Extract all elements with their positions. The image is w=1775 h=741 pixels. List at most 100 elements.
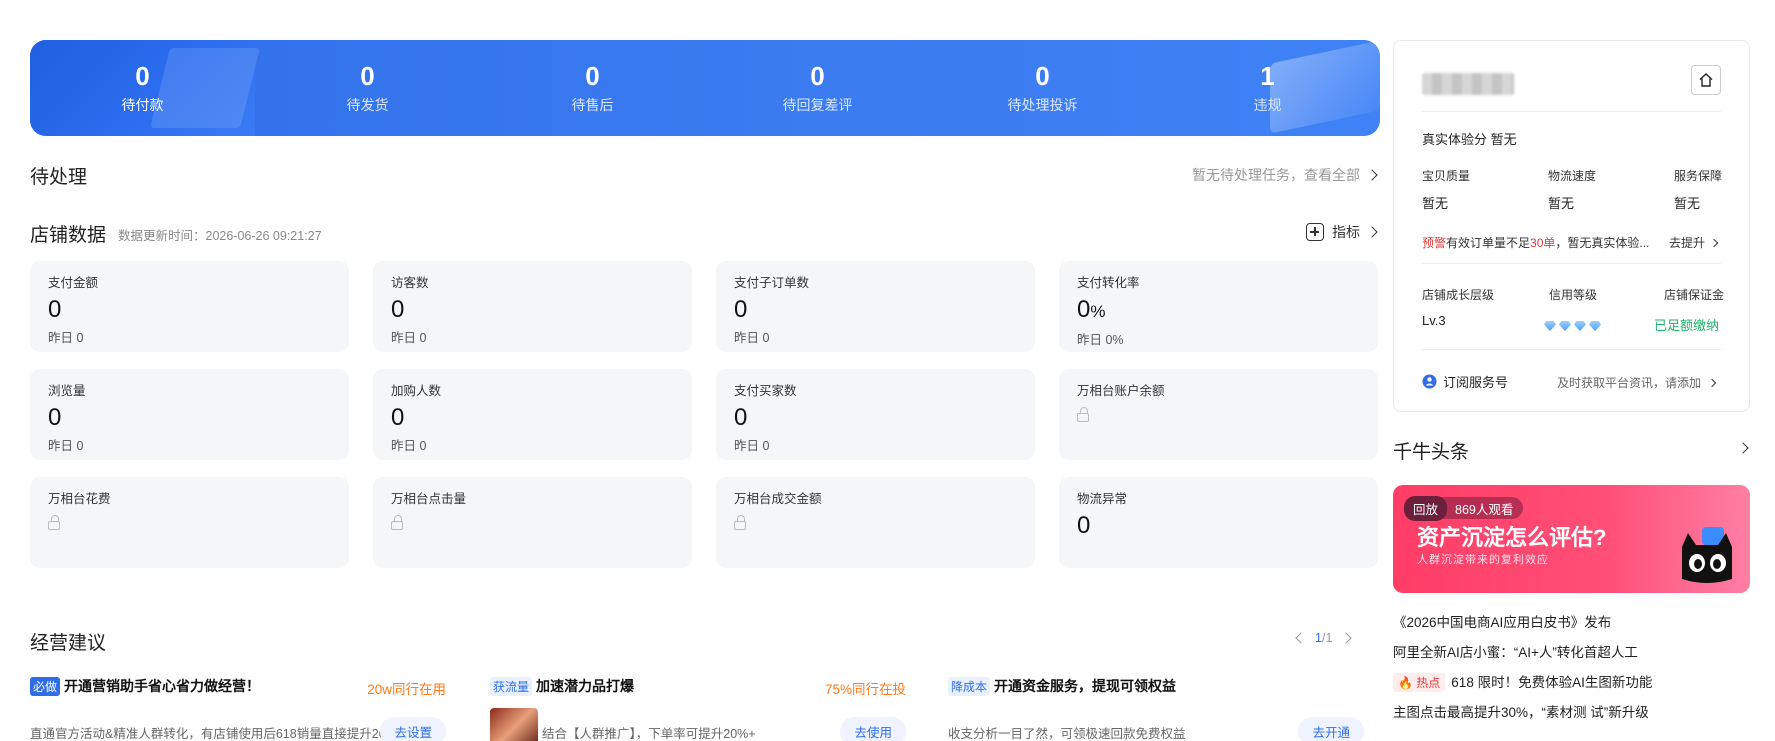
status-violation[interactable]: 1 违规 bbox=[1155, 40, 1380, 136]
chevron-right-icon[interactable] bbox=[1737, 442, 1749, 454]
diamond-icon bbox=[1559, 321, 1571, 331]
suggestion-desc: 结合【人群推广】，下单率可提升20%+ bbox=[542, 727, 756, 741]
subscribe-link[interactable]: 及时获取平台资讯，请添加 bbox=[1557, 374, 1717, 391]
news-item[interactable]: 主图点击最高提升30%，“素材测 试”新升级 bbox=[1393, 701, 1649, 721]
status-pending-payment[interactable]: 0 待付款 bbox=[30, 40, 255, 136]
headline-banner[interactable]: 回放 869人观看 资产沉淀怎么评估? 人群沉淀带来的复利效应 bbox=[1393, 485, 1750, 593]
pager-text: 1/1 bbox=[1315, 631, 1332, 645]
metric-title: 支付金额 bbox=[48, 276, 99, 290]
metric-title: 浏览量 bbox=[48, 384, 86, 398]
subscribe-row[interactable]: 订阅服务号 bbox=[1422, 372, 1508, 391]
metric-title: 访客数 bbox=[391, 276, 429, 290]
status-label: 违规 bbox=[1253, 97, 1282, 113]
metric-card[interactable]: 加购人数 0 昨日 0 bbox=[373, 369, 692, 460]
suggestion-button[interactable]: 去开通 bbox=[1298, 717, 1364, 741]
metric-card[interactable]: 万相台成交金额 bbox=[716, 477, 1035, 568]
suggestion-item[interactable]: 降成本 开通资金服务，提现可领权益 收支分析一目了然，可领极速回款免费权益 去开通 bbox=[948, 676, 1364, 741]
replay-badge: 回放 869人观看 bbox=[1404, 495, 1524, 521]
diamond-icon bbox=[1544, 321, 1556, 331]
experience-value: 暂无 bbox=[1490, 132, 1517, 147]
suggestion-tag: 获流量 bbox=[490, 676, 533, 696]
score-label: 物流速度 bbox=[1548, 169, 1597, 183]
metric-card[interactable]: 物流异常 0 bbox=[1059, 477, 1378, 568]
metric-card[interactable]: 万相台点击量 bbox=[373, 477, 692, 568]
subscribe-label: 订阅服务号 bbox=[1443, 375, 1509, 390]
deposit-status: 已足额缴纳 bbox=[1654, 318, 1720, 333]
status-count: 0 bbox=[585, 61, 600, 91]
improve-label: 去提升 bbox=[1669, 236, 1706, 250]
suggestion-button[interactable]: 去设置 bbox=[380, 717, 446, 741]
warning-text-2: ，暂无真实体验... bbox=[1555, 236, 1650, 250]
score-label: 宝贝质量 bbox=[1422, 169, 1471, 183]
suggestion-button[interactable]: 去使用 bbox=[840, 717, 906, 741]
lock-icon bbox=[391, 515, 403, 530]
diamond-icon bbox=[1589, 321, 1601, 331]
news-item[interactable]: 🔥 热点 618 限时！免费体验AI生图新功能 bbox=[1393, 671, 1652, 692]
divider bbox=[1422, 263, 1721, 264]
news-item[interactable]: 阿里全新AI店小蜜：“AI+人”转化首超人工 bbox=[1393, 641, 1638, 661]
status-pending-reply[interactable]: 0 待回复差评 bbox=[705, 40, 930, 136]
chevron-right-icon[interactable] bbox=[1340, 632, 1353, 644]
metric-card[interactable]: 支付金额 0 昨日 0 bbox=[30, 261, 349, 352]
suggestion-thumbnail bbox=[490, 708, 538, 741]
status-label: 待处理投诉 bbox=[1007, 97, 1078, 113]
metric-value: 0 bbox=[734, 296, 748, 323]
pending-title: 待处理 bbox=[30, 167, 88, 188]
status-label: 待售后 bbox=[571, 97, 614, 113]
metric-title: 万相台花费 bbox=[48, 492, 111, 506]
experience-label: 真实体验分 bbox=[1422, 132, 1488, 147]
shop-info-panel: 真实体验分 暂无 宝贝质量 暂无 物流速度 暂无 服务保障 暂无 预警有效订单量… bbox=[1393, 40, 1750, 412]
metric-title: 加购人数 bbox=[391, 384, 442, 398]
status-label: 待回复差评 bbox=[782, 97, 853, 113]
tmall-cat-mascot-icon bbox=[1682, 527, 1732, 583]
metric-unit: % bbox=[1090, 302, 1106, 321]
suggestion-title: 加速潜力品打爆 bbox=[536, 678, 635, 694]
shop-name-blurred bbox=[1422, 73, 1514, 95]
metric-title: 万相台点击量 bbox=[391, 492, 467, 506]
suggestion-item[interactable]: 获流量 加速潜力品打爆 75%同行在投 结合【人群推广】，下单率可提升20%+ 去… bbox=[490, 676, 906, 741]
metric-yesterday: 昨日 0% bbox=[1077, 333, 1124, 347]
pending-view-all[interactable]: 暂无待处理任务，查看全部 bbox=[1192, 165, 1378, 185]
score-value: 暂无 bbox=[1422, 196, 1449, 211]
metric-value: 0 bbox=[391, 296, 405, 323]
suggestions-pager: 1/1 bbox=[1295, 631, 1353, 645]
chevron-left-icon[interactable] bbox=[1295, 632, 1307, 644]
metric-title: 物流异常 bbox=[1077, 492, 1128, 506]
status-pending-aftersale[interactable]: 0 待售后 bbox=[480, 40, 705, 136]
store-data-title: 店铺数据 bbox=[30, 225, 107, 246]
metric-yesterday: 昨日 0 bbox=[734, 331, 770, 345]
suggestion-item[interactable]: 必做 开通营销助手省心省力做经营！ 20w同行在用 直通官方活动&精准人群转化，有… bbox=[30, 676, 446, 741]
suggestion-desc: 直通官方活动&精准人群转化，有店铺使用后618销量直接提升26% bbox=[30, 727, 397, 741]
metric-yesterday: 昨日 0 bbox=[48, 331, 84, 345]
metric-card[interactable]: 支付子订单数 0 昨日 0 bbox=[716, 261, 1035, 352]
metric-card[interactable]: 支付买家数 0 昨日 0 bbox=[716, 369, 1035, 460]
divider bbox=[1422, 111, 1721, 112]
status-count: 0 bbox=[1035, 61, 1050, 91]
metric-value: 0 bbox=[391, 404, 405, 431]
home-icon bbox=[1699, 73, 1713, 87]
plus-square-icon bbox=[1306, 223, 1324, 241]
suggestion-tag: 降成本 bbox=[948, 676, 991, 696]
chevron-right-icon bbox=[1709, 238, 1719, 247]
status-label: 待付款 bbox=[121, 97, 164, 113]
metric-value-wrap: 0% bbox=[1077, 297, 1360, 325]
lock-icon bbox=[48, 515, 60, 530]
metric-card[interactable]: 访客数 0 昨日 0 bbox=[373, 261, 692, 352]
metric-card[interactable]: 支付转化率 0% 昨日 0% bbox=[1059, 261, 1378, 352]
metric-title: 万相台成交金额 bbox=[734, 492, 822, 506]
improve-link[interactable]: 去提升 bbox=[1669, 234, 1719, 251]
status-pending-shipment[interactable]: 0 待发货 bbox=[255, 40, 480, 136]
news-item[interactable]: 《2026中国电商AI应用白皮书》发布 bbox=[1393, 611, 1611, 631]
indicator-label: 指标 bbox=[1332, 224, 1360, 240]
status-pending-complaint[interactable]: 0 待处理投诉 bbox=[930, 40, 1155, 136]
warning-text: 有效订单量不足 bbox=[1446, 236, 1531, 250]
home-button[interactable] bbox=[1691, 65, 1721, 95]
metric-card[interactable]: 万相台账户余额 bbox=[1059, 369, 1378, 460]
suggestion-rate: 20w同行在用 bbox=[367, 682, 446, 697]
indicator-button[interactable]: 指标 bbox=[1306, 222, 1378, 242]
metric-card[interactable]: 万相台花费 bbox=[30, 477, 349, 568]
suggestion-tag: 必做 bbox=[30, 676, 61, 696]
score-value: 暂无 bbox=[1548, 196, 1575, 211]
metric-card[interactable]: 浏览量 0 昨日 0 bbox=[30, 369, 349, 460]
experience-score[interactable]: 真实体验分 暂无 bbox=[1422, 129, 1517, 148]
